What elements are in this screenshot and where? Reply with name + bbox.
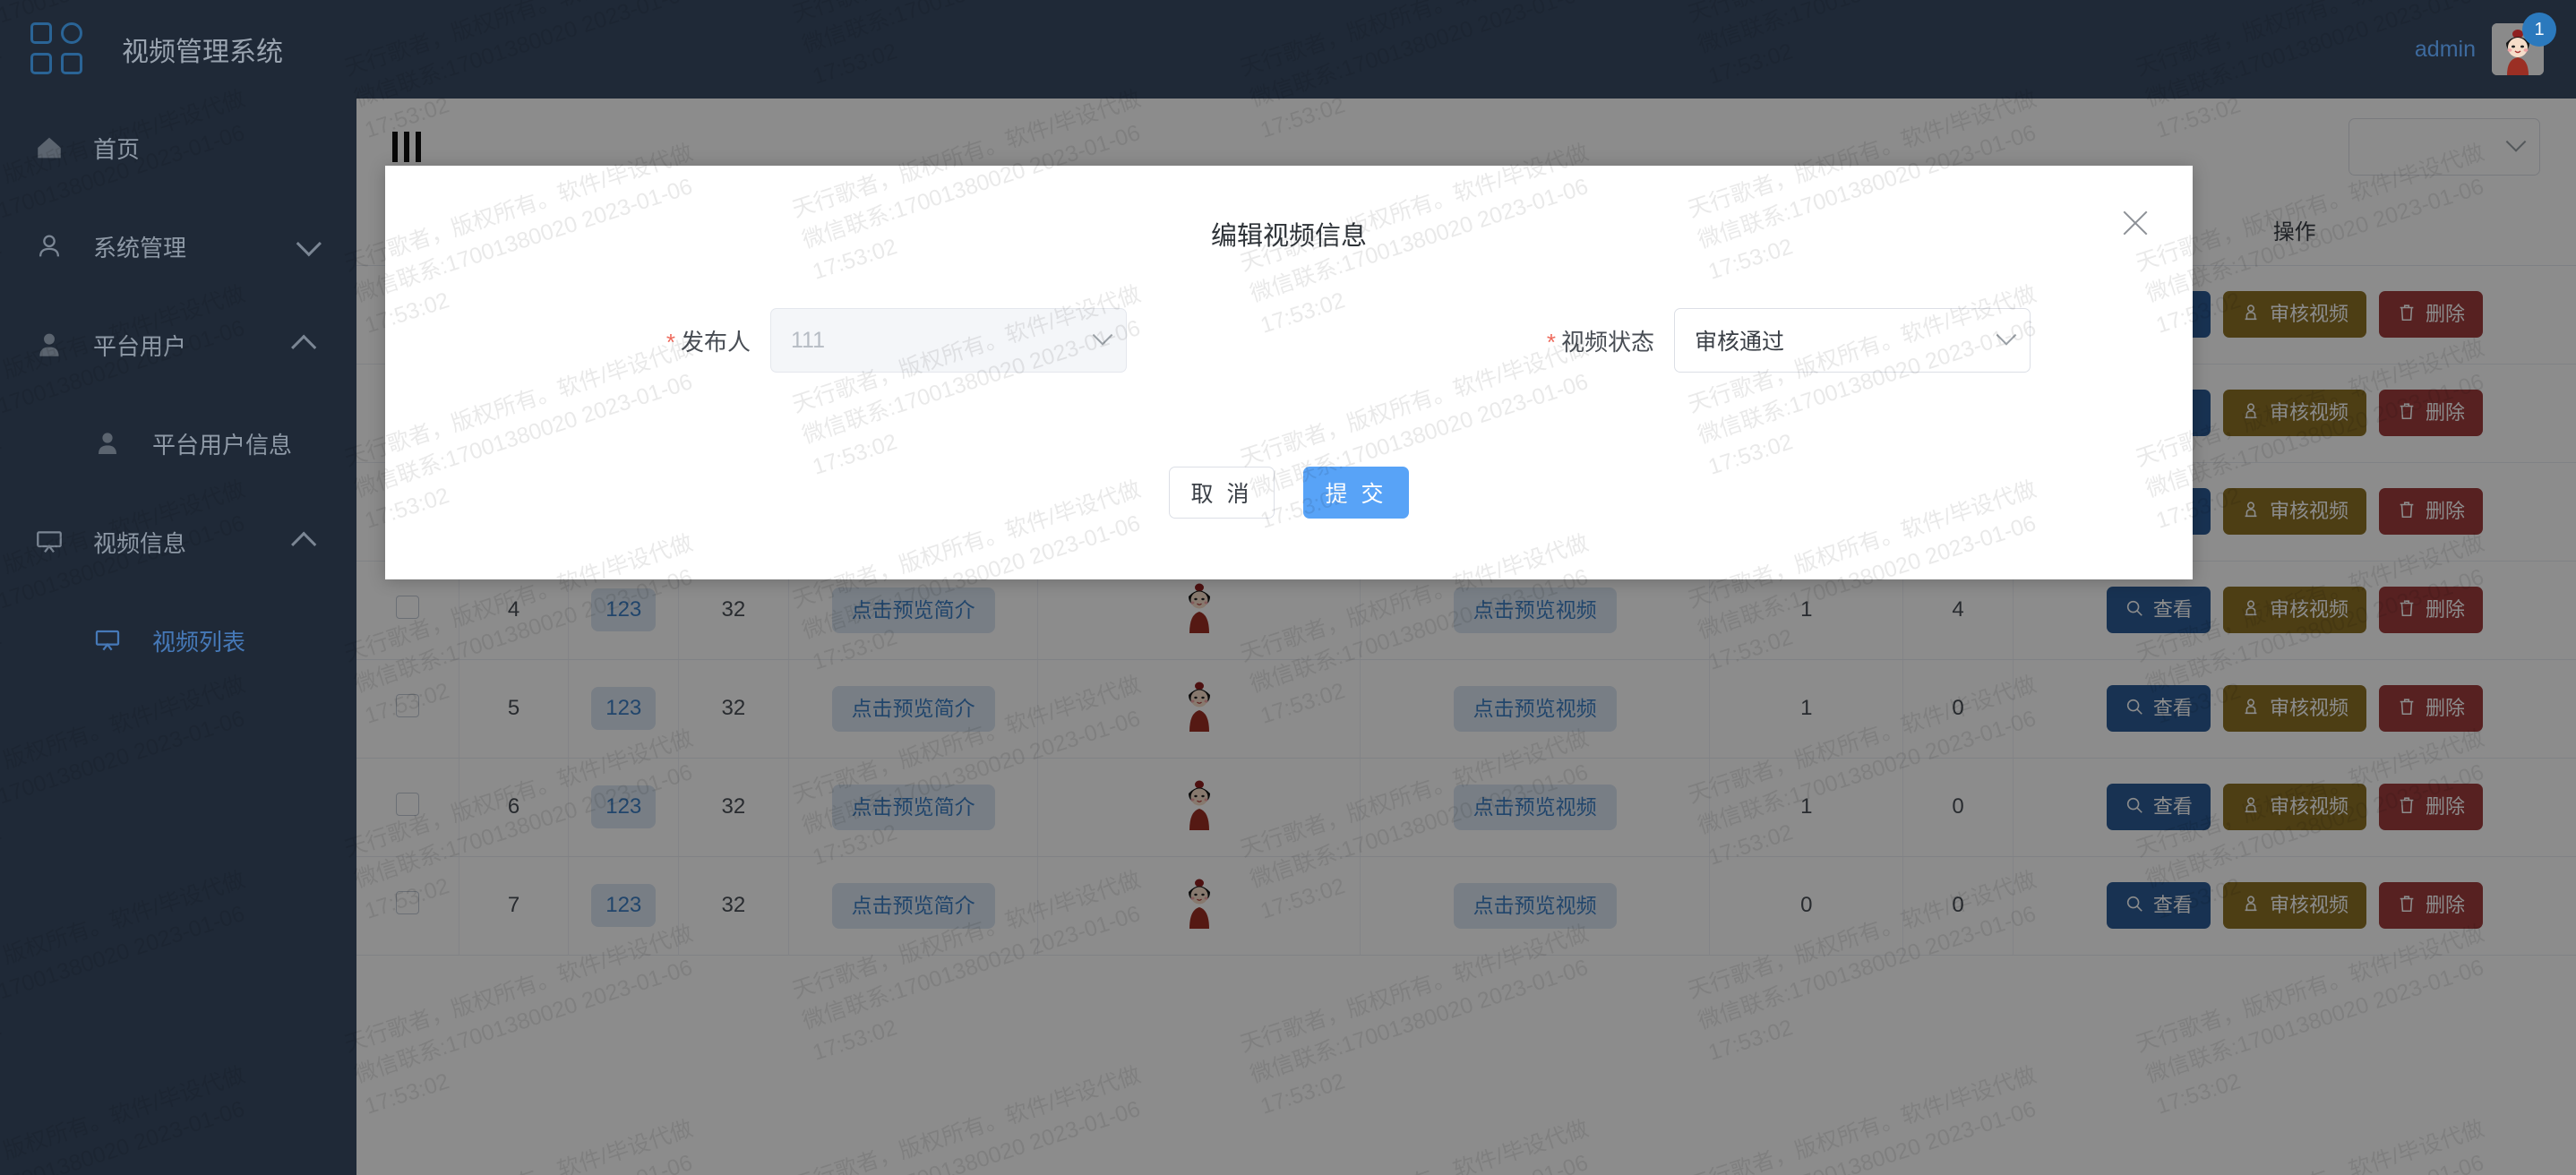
sidebar-item-label: 首页 bbox=[93, 132, 140, 165]
cancel-button[interactable]: 取 消 bbox=[1169, 467, 1275, 519]
video-status-select-value: 审核通过 bbox=[1695, 324, 1784, 356]
chevron-up-icon bbox=[291, 532, 316, 557]
username-label[interactable]: admin bbox=[2415, 37, 2476, 63]
required-asterisk: * bbox=[1547, 329, 1556, 356]
sidebar-item-platform-user-info[interactable]: 平台用户信息 bbox=[0, 394, 356, 493]
close-icon[interactable] bbox=[2116, 203, 2155, 243]
avatar-wrapper[interactable]: 1 bbox=[2492, 23, 2544, 75]
form-field-publisher: *发布人 111 bbox=[385, 308, 1289, 373]
logo-area[interactable]: 视频管理系统 bbox=[0, 22, 356, 76]
publisher-select-value: 111 bbox=[791, 328, 825, 354]
user-solid-icon bbox=[93, 429, 143, 458]
chevron-down-icon bbox=[1996, 325, 2017, 346]
top-header-bar: 视频管理系统 admin bbox=[0, 0, 2576, 99]
screen-icon bbox=[34, 527, 84, 557]
header-user-area: admin 1 bbox=[2415, 23, 2576, 75]
video-status-label: *视频状态 bbox=[1289, 324, 1674, 357]
modal-action-bar: 取 消 提 交 bbox=[385, 467, 2193, 519]
sidebar-item-platform-users[interactable]: 平台用户 bbox=[0, 296, 356, 394]
form-field-video-status: *视频状态 审核通过 bbox=[1289, 308, 2193, 373]
sidebar-item-label: 视频列表 bbox=[152, 624, 245, 657]
app-root: 视频管理系统 admin bbox=[0, 0, 2576, 1175]
user-outline-icon bbox=[34, 231, 84, 262]
publisher-label-text: 发布人 bbox=[681, 329, 751, 356]
video-status-label-text: 视频状态 bbox=[1561, 329, 1654, 356]
user-solid-icon bbox=[34, 330, 84, 360]
grid-logo-icon bbox=[30, 22, 84, 76]
edit-video-modal: 编辑视频信息 *发布人 111 *视频状态 审核通过 bbox=[385, 166, 2193, 579]
sidebar-item-label: 视频信息 bbox=[93, 526, 186, 559]
sidebar-item-label: 系统管理 bbox=[93, 230, 186, 263]
modal-form-row: *发布人 111 *视频状态 审核通过 bbox=[385, 308, 2193, 373]
sidebar-item-video-info[interactable]: 视频信息 bbox=[0, 493, 356, 591]
publisher-label: *发布人 bbox=[385, 324, 770, 357]
sidebar-item-system-management[interactable]: 系统管理 bbox=[0, 197, 356, 296]
modal-title: 编辑视频信息 bbox=[385, 166, 2193, 253]
submit-button[interactable]: 提 交 bbox=[1303, 467, 1409, 519]
publisher-select[interactable]: 111 bbox=[770, 308, 1127, 373]
video-status-select[interactable]: 审核通过 bbox=[1674, 308, 2031, 373]
sidebar-item-label: 平台用户 bbox=[93, 329, 186, 362]
screen-icon bbox=[93, 626, 143, 655]
chevron-up-icon bbox=[291, 335, 316, 360]
sidebar-item-label: 平台用户信息 bbox=[152, 427, 292, 460]
notification-badge[interactable]: 1 bbox=[2522, 13, 2556, 47]
home-icon bbox=[34, 133, 84, 163]
chevron-down-icon bbox=[1093, 325, 1113, 346]
sidebar-item-video-list[interactable]: 视频列表 bbox=[0, 591, 356, 690]
sidebar-nav: 首页 系统管理 平台用户 平台用户信息 bbox=[0, 99, 356, 1175]
app-title: 视频管理系统 bbox=[122, 30, 283, 69]
required-asterisk: * bbox=[666, 329, 675, 356]
sidebar-item-home[interactable]: 首页 bbox=[0, 99, 356, 197]
chevron-down-icon bbox=[296, 231, 322, 256]
